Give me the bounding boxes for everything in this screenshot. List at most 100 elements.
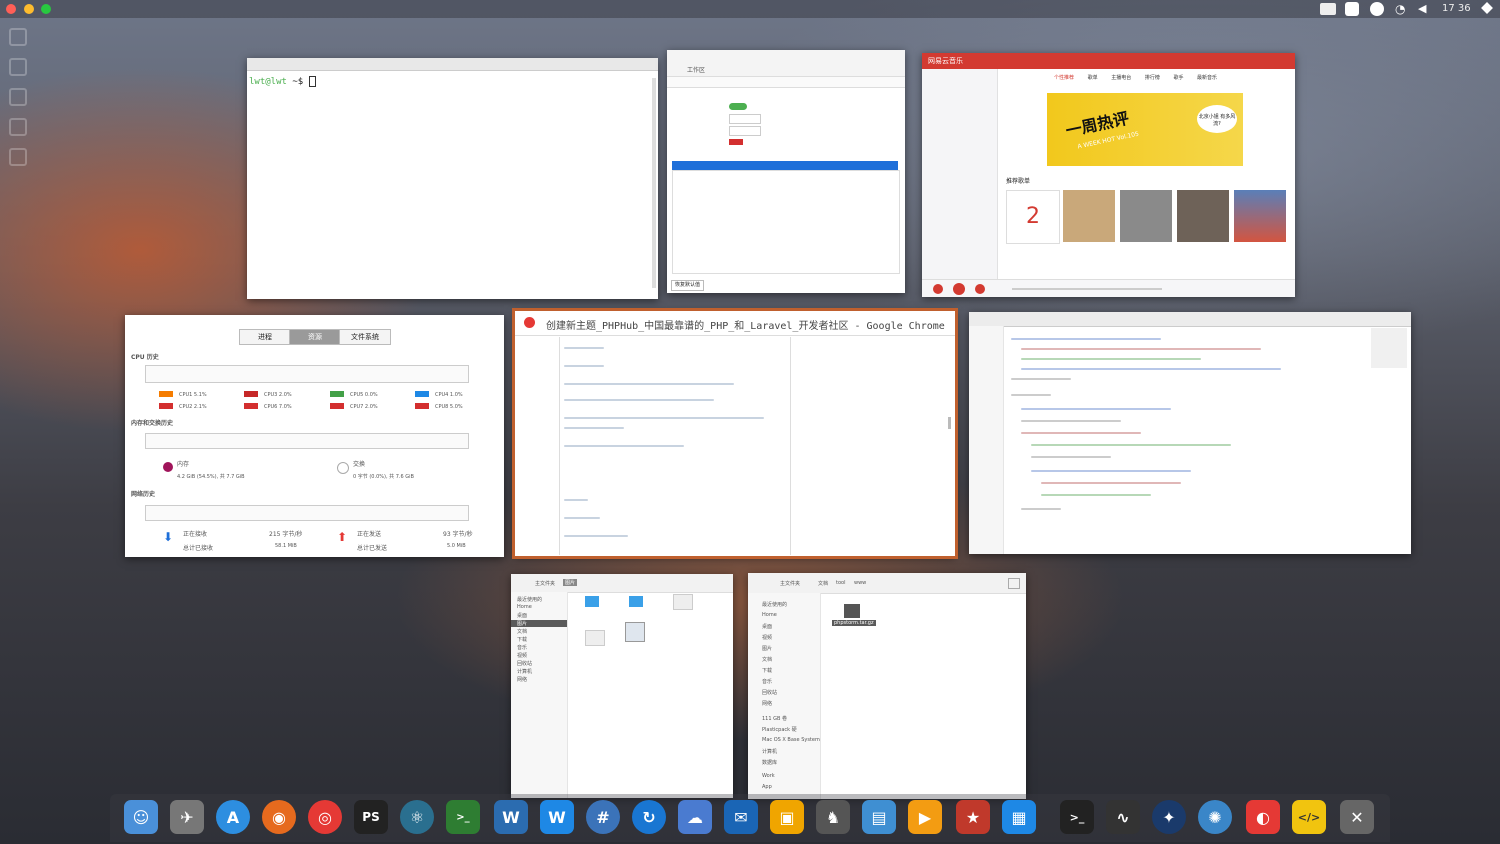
safari-icon[interactable]: ✦: [1152, 800, 1186, 834]
netease-icon[interactable]: ◐: [1246, 800, 1280, 834]
sidebar-item[interactable]: 最近使用的: [762, 601, 787, 608]
prev-icon[interactable]: [933, 284, 943, 294]
sidebar-item[interactable]: 最近使用的: [517, 596, 542, 603]
atom-icon[interactable]: ⚛: [400, 800, 434, 834]
pinwheel-icon[interactable]: ✺: [1198, 800, 1232, 834]
close-app-icon[interactable]: ✕: [1340, 800, 1374, 834]
mail-icon[interactable]: ✉: [724, 800, 758, 834]
sync-icon[interactable]: ↻: [632, 800, 666, 834]
stepper-2[interactable]: [729, 126, 761, 136]
launcher-tray-icon[interactable]: [1481, 2, 1493, 14]
sidebar-item[interactable]: 音乐: [762, 678, 772, 685]
playlist-cover[interactable]: [1120, 190, 1172, 242]
terminal-cursor[interactable]: [308, 76, 316, 87]
chrome-icon[interactable]: ◎: [308, 800, 342, 834]
record-tray-icon[interactable]: [1370, 2, 1384, 16]
music-tab[interactable]: 个性推荐: [1054, 75, 1074, 81]
image-thumb-icon[interactable]: [585, 630, 605, 646]
files-sidebar[interactable]: 最近使用的 Home 桌面 视频 图片 文档 下载 音乐 回收站 网络 111 …: [748, 593, 821, 799]
crumb[interactable]: 主文件夹: [780, 580, 800, 587]
sidebar-item[interactable]: 视频: [762, 634, 772, 641]
settings-tabs[interactable]: [667, 77, 905, 88]
next-icon[interactable]: [975, 284, 985, 294]
chrome-window[interactable]: 创建新主题_PHPHub_中国最靠谱的_PHP_和_Laravel_开发者社区 …: [512, 308, 958, 559]
tab-resources[interactable]: 资源: [289, 329, 341, 345]
folder-icon[interactable]: [585, 596, 599, 607]
stepper-1[interactable]: [729, 114, 761, 124]
panel-icon[interactable]: [9, 28, 27, 46]
playlist-cover[interactable]: [1177, 190, 1229, 242]
crumb[interactable]: www: [854, 580, 866, 586]
selected-row[interactable]: [672, 161, 898, 170]
launchpad-icon[interactable]: ✈: [170, 800, 204, 834]
minimap[interactable]: [1371, 328, 1407, 368]
system-monitor-window[interactable]: 进程 资源 文件系统 CPU 历史 CPU1 5.1% CPU3 2.0% CP…: [125, 315, 504, 557]
file-name[interactable]: phpstorm.tar.gz: [832, 620, 876, 626]
sidebar-item[interactable]: 回收站: [517, 660, 532, 667]
image-thumb-icon[interactable]: [673, 594, 693, 610]
weather-icon[interactable]: ☁: [678, 800, 712, 834]
scrollbar[interactable]: [948, 417, 951, 429]
daily-recommend[interactable]: 2: [1006, 190, 1060, 244]
app-tray-icon[interactable]: [1345, 2, 1359, 16]
appstore-icon[interactable]: A: [216, 800, 250, 834]
archive-icon[interactable]: [844, 604, 860, 618]
sidebar-item[interactable]: 计算机: [517, 668, 532, 675]
phpstorm-icon[interactable]: PS: [354, 800, 388, 834]
lightpad-icon[interactable]: ▦: [1002, 800, 1036, 834]
playlist-cover[interactable]: [1234, 190, 1286, 242]
sidebar-item[interactable]: Work: [762, 773, 775, 779]
terminal-green-icon[interactable]: >_: [446, 800, 480, 834]
finder-icon[interactable]: ☺: [124, 800, 158, 834]
sidebar-item[interactable]: Home: [517, 604, 532, 610]
scrollbar[interactable]: [652, 78, 656, 288]
sidebar-item-selected[interactable]: 图片: [511, 620, 567, 627]
player-bar[interactable]: [922, 279, 1295, 297]
wifi-icon[interactable]: ◔: [1395, 2, 1405, 16]
crumb[interactable]: 图片: [563, 579, 578, 586]
music-tab[interactable]: 主播电台: [1111, 75, 1131, 81]
panel-icon[interactable]: [9, 58, 27, 76]
files-sidebar[interactable]: 最近使用的 Home 桌面 图片 文档 下载 音乐 视频 回收站 计算机 网络: [511, 592, 568, 798]
sidebar-item[interactable]: 文档: [517, 628, 527, 635]
sidebar-item[interactable]: 111 GB 卷: [762, 715, 787, 722]
folder-icon[interactable]: [629, 596, 643, 607]
terminal-window[interactable]: lwt@lwt ~$: [247, 58, 658, 299]
sidebar-item[interactable]: Plasticpack 硬: [762, 726, 797, 733]
clock[interactable]: 17 36: [1442, 3, 1471, 14]
files-window-1[interactable]: 主文件夹 图片 最近使用的 Home 桌面 图片 文档 下载 音乐 视频 回收站…: [511, 574, 733, 798]
panel-icon[interactable]: [9, 88, 27, 106]
minimize-dot-icon[interactable]: [24, 4, 34, 14]
close-dot-icon[interactable]: [524, 317, 535, 328]
progress-bar[interactable]: [1012, 288, 1162, 290]
image-viewer-icon[interactable]: ▤: [862, 800, 896, 834]
files-window-2[interactable]: 主文件夹 文档 tool www 最近使用的 Home 桌面 视频 图片 文档 …: [748, 573, 1026, 799]
close-dot-icon[interactable]: [6, 4, 16, 14]
sidebar-item[interactable]: 下载: [762, 667, 772, 674]
sidebar-item[interactable]: 文档: [762, 656, 772, 663]
sidebar-item[interactable]: Mac OS X Base System: [762, 737, 820, 743]
sidebar-item[interactable]: 计算机: [762, 748, 777, 755]
toggle-switch[interactable]: [729, 103, 747, 110]
crumb[interactable]: 文档: [818, 580, 828, 587]
music-tab[interactable]: 歌手: [1173, 75, 1183, 81]
terminal-icon[interactable]: >_: [1060, 800, 1094, 834]
sidebar-item[interactable]: 图片: [762, 645, 772, 652]
banner[interactable]: 一周热评 A WEEK HOT Vol.105 北京小姐 有多风流?: [1047, 93, 1243, 166]
code-editor-window[interactable]: [969, 312, 1411, 554]
zoom-dot-icon[interactable]: [41, 4, 51, 14]
music-tabs[interactable]: 个性推荐 歌单 主播电台 排行榜 歌手 最新音乐: [1054, 74, 1217, 81]
panel-icon[interactable]: [9, 118, 27, 136]
sidebar-item[interactable]: Home: [762, 612, 777, 618]
bookmarks-icon[interactable]: ★: [956, 800, 990, 834]
sidebar-item[interactable]: 桌面: [762, 623, 772, 630]
monitor-icon[interactable]: ∿: [1106, 800, 1140, 834]
sidebar-item[interactable]: 音乐: [517, 644, 527, 651]
image-thumb-icon[interactable]: [625, 622, 645, 642]
video-icon[interactable]: ▶: [908, 800, 942, 834]
panel-icon[interactable]: [9, 148, 27, 166]
sidebar-item[interactable]: 视频: [517, 652, 527, 659]
editor-icon[interactable]: </>: [1292, 800, 1326, 834]
sidebar-item[interactable]: 下载: [517, 636, 527, 643]
editor-area[interactable]: [559, 337, 791, 555]
